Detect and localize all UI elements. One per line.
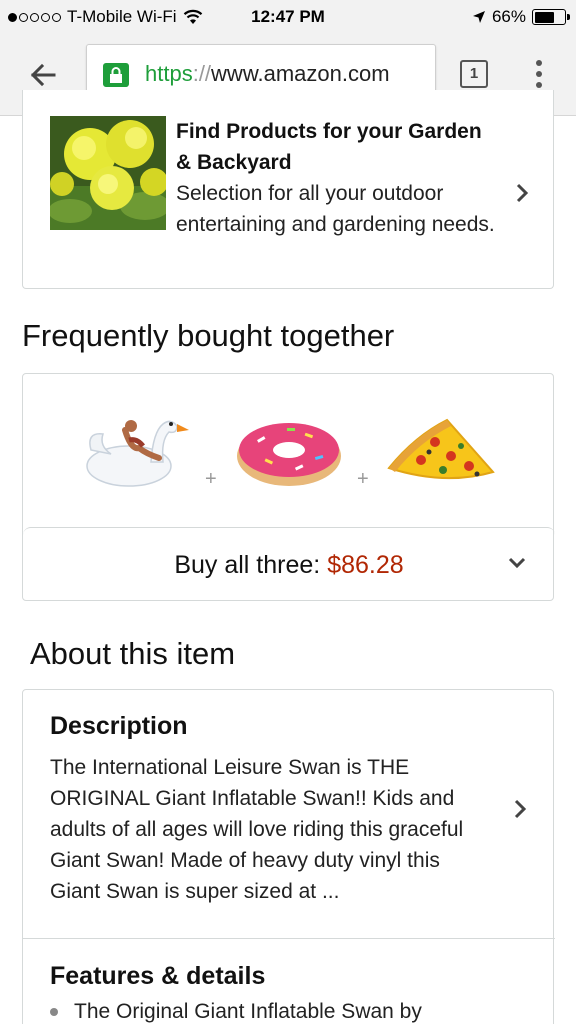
frequently-bought-together-card: + + Buy all three: $86.28	[22, 373, 555, 601]
pizza-float-image[interactable]	[385, 416, 497, 488]
buy-all-label: Buy all three:	[174, 551, 328, 579]
swan-float-image[interactable]	[81, 410, 191, 490]
donut-float-image[interactable]	[235, 416, 343, 488]
promo-title: Find Products for your Garden & Backyard	[176, 120, 482, 174]
battery-percent: 66%	[491, 7, 526, 26]
plus-sign-1: +	[205, 468, 217, 490]
chevron-right-icon	[514, 799, 527, 819]
chevron-right-icon	[516, 183, 529, 203]
promo-description: Selection for all your outdoor entertain…	[176, 182, 495, 236]
feature-list-item: The Original Giant Inflatable Swan by	[50, 1000, 422, 1024]
lock-icon	[103, 63, 129, 87]
garden-promo-card[interactable]: Find Products for your Garden & Backyard…	[22, 90, 554, 289]
feature-text: The Original Giant Inflatable Swan by	[74, 1000, 422, 1023]
chevron-down-icon	[508, 557, 526, 569]
divider	[23, 938, 555, 939]
about-heading: About this item	[30, 636, 236, 671]
bundle-price: $86.28	[327, 551, 404, 579]
url-text: https://www.amazon.com	[145, 61, 390, 86]
plus-sign-2: +	[357, 468, 369, 490]
status-bar: T-Mobile Wi-Fi 12:47 PM 66%	[0, 0, 576, 34]
about-item-card: Description The International Leisure Sw…	[22, 689, 555, 1024]
back-arrow-icon[interactable]	[26, 58, 60, 92]
fbt-heading: Frequently bought together	[22, 318, 395, 353]
marigold-flower-image	[50, 116, 166, 230]
description-text: The International Leisure Swan is THE OR…	[50, 756, 464, 903]
description-row[interactable]: Description The International Leisure Sw…	[23, 690, 555, 938]
features-title[interactable]: Features & details	[50, 962, 265, 991]
tab-switcher-button[interactable]: 1	[460, 60, 488, 88]
overflow-menu-icon[interactable]	[530, 58, 548, 90]
bullet-icon	[50, 1008, 58, 1016]
buy-all-three-row[interactable]: Buy all three: $86.28	[23, 527, 555, 601]
battery-icon	[532, 9, 570, 25]
description-title: Description	[50, 712, 188, 740]
location-arrow-icon	[472, 11, 485, 23]
